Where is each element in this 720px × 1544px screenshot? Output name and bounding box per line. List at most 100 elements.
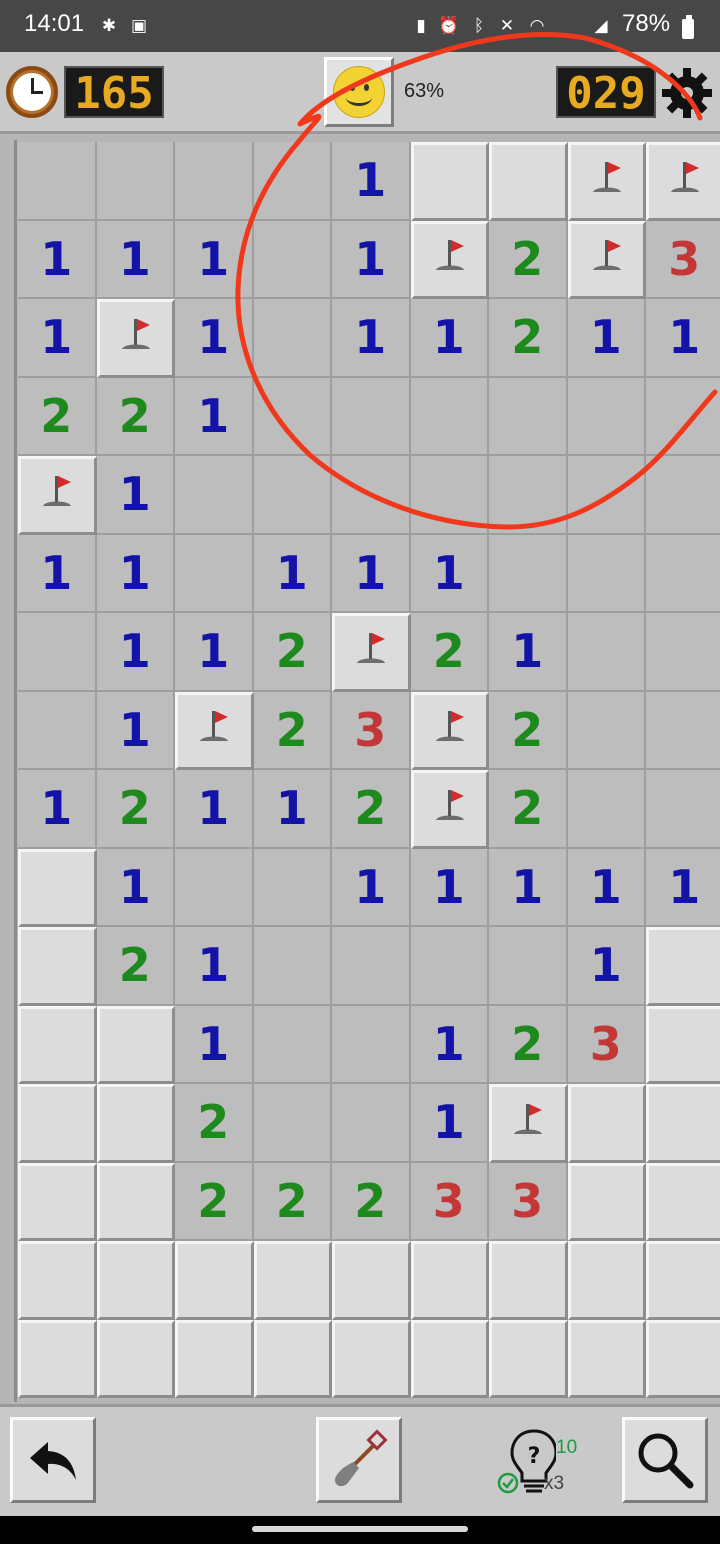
- cell-open[interactable]: [332, 1005, 411, 1084]
- cell-closed[interactable]: [18, 927, 97, 1006]
- cell-number[interactable]: 1: [175, 377, 254, 456]
- cell-closed[interactable]: [18, 1241, 97, 1320]
- cell-closed[interactable]: [253, 1241, 332, 1320]
- cell-number[interactable]: 1: [410, 534, 489, 613]
- cell-number[interactable]: 2: [96, 770, 175, 849]
- cell-flagged[interactable]: [646, 142, 720, 221]
- cell-open[interactable]: [253, 299, 332, 378]
- cell-flagged[interactable]: [410, 770, 489, 849]
- cell-number[interactable]: 1: [96, 534, 175, 613]
- cell-number[interactable]: 2: [253, 1162, 332, 1241]
- cell-closed[interactable]: [18, 1162, 97, 1241]
- cell-open[interactable]: [489, 377, 568, 456]
- cell-number[interactable]: 2: [253, 691, 332, 770]
- minefield-grid[interactable]: 1111123111121122111111111221123212112211…: [18, 142, 720, 1398]
- cell-open[interactable]: [646, 456, 720, 535]
- cell-number[interactable]: 3: [489, 1162, 568, 1241]
- cell-flagged[interactable]: [18, 456, 97, 535]
- cell-open[interactable]: [175, 142, 254, 221]
- cell-number[interactable]: 2: [96, 377, 175, 456]
- cell-number[interactable]: 2: [332, 1162, 411, 1241]
- cell-closed[interactable]: [410, 1241, 489, 1320]
- cell-flagged[interactable]: [410, 220, 489, 299]
- cell-open[interactable]: [567, 691, 646, 770]
- cell-closed[interactable]: [332, 1319, 411, 1398]
- cell-open[interactable]: [253, 1084, 332, 1163]
- dig-mode-button[interactable]: [316, 1417, 402, 1503]
- cell-open[interactable]: [253, 1005, 332, 1084]
- cell-number[interactable]: 3: [646, 220, 720, 299]
- cell-open[interactable]: [175, 456, 254, 535]
- cell-closed[interactable]: [646, 1005, 720, 1084]
- gear-icon[interactable]: [660, 66, 714, 120]
- cell-open[interactable]: [96, 142, 175, 221]
- cell-closed[interactable]: [567, 1162, 646, 1241]
- cell-open[interactable]: [489, 927, 568, 1006]
- cell-number[interactable]: 1: [175, 770, 254, 849]
- cell-number[interactable]: 1: [410, 299, 489, 378]
- cell-open[interactable]: [253, 142, 332, 221]
- cell-number[interactable]: 2: [96, 927, 175, 1006]
- cell-open[interactable]: [18, 691, 97, 770]
- cell-number[interactable]: 1: [175, 299, 254, 378]
- cell-closed[interactable]: [489, 1319, 568, 1398]
- cell-number[interactable]: 2: [18, 377, 97, 456]
- cell-number[interactable]: 3: [567, 1005, 646, 1084]
- cell-number[interactable]: 1: [332, 220, 411, 299]
- cell-number[interactable]: 1: [567, 299, 646, 378]
- cell-closed[interactable]: [96, 1241, 175, 1320]
- cell-number[interactable]: 1: [96, 848, 175, 927]
- cell-open[interactable]: [646, 377, 720, 456]
- cell-number[interactable]: 1: [175, 220, 254, 299]
- cell-closed[interactable]: [96, 1162, 175, 1241]
- cell-number[interactable]: 1: [410, 1005, 489, 1084]
- cell-number[interactable]: 1: [18, 220, 97, 299]
- cell-number[interactable]: 2: [332, 770, 411, 849]
- cell-open[interactable]: [18, 142, 97, 221]
- cell-open[interactable]: [332, 1084, 411, 1163]
- cell-closed[interactable]: [96, 1319, 175, 1398]
- cell-open[interactable]: [567, 770, 646, 849]
- cell-number[interactable]: 1: [175, 927, 254, 1006]
- cell-closed[interactable]: [567, 1319, 646, 1398]
- cell-number[interactable]: 2: [175, 1084, 254, 1163]
- cell-flagged[interactable]: [567, 142, 646, 221]
- cell-closed[interactable]: [646, 1084, 720, 1163]
- cell-number[interactable]: 1: [175, 1005, 254, 1084]
- cell-number[interactable]: 1: [332, 534, 411, 613]
- cell-open[interactable]: [410, 377, 489, 456]
- cell-number[interactable]: 1: [175, 613, 254, 692]
- cell-number[interactable]: 2: [489, 770, 568, 849]
- zoom-button[interactable]: [622, 1417, 708, 1503]
- cell-closed[interactable]: [567, 1084, 646, 1163]
- cell-closed[interactable]: [332, 1241, 411, 1320]
- cell-open[interactable]: [410, 456, 489, 535]
- cell-number[interactable]: 1: [18, 770, 97, 849]
- cell-number[interactable]: 1: [567, 927, 646, 1006]
- cell-closed[interactable]: [18, 848, 97, 927]
- cell-flagged[interactable]: [410, 691, 489, 770]
- cell-open[interactable]: [175, 848, 254, 927]
- cell-number[interactable]: 1: [18, 534, 97, 613]
- cell-open[interactable]: [646, 613, 720, 692]
- new-game-button[interactable]: [324, 57, 394, 127]
- cell-number[interactable]: 1: [646, 848, 720, 927]
- cell-open[interactable]: [646, 770, 720, 849]
- cell-open[interactable]: [253, 927, 332, 1006]
- cell-open[interactable]: [489, 534, 568, 613]
- cell-closed[interactable]: [489, 1241, 568, 1320]
- cell-closed[interactable]: [489, 142, 568, 221]
- cell-flagged[interactable]: [567, 220, 646, 299]
- cell-number[interactable]: 1: [489, 848, 568, 927]
- cell-open[interactable]: [567, 377, 646, 456]
- cell-number[interactable]: 1: [410, 1084, 489, 1163]
- cell-flagged[interactable]: [489, 1084, 568, 1163]
- cell-number[interactable]: 2: [489, 220, 568, 299]
- cell-closed[interactable]: [175, 1241, 254, 1320]
- cell-number[interactable]: 1: [489, 613, 568, 692]
- cell-open[interactable]: [332, 456, 411, 535]
- cell-open[interactable]: [567, 613, 646, 692]
- cell-number[interactable]: 1: [646, 299, 720, 378]
- cell-number[interactable]: 1: [567, 848, 646, 927]
- cell-closed[interactable]: [646, 927, 720, 1006]
